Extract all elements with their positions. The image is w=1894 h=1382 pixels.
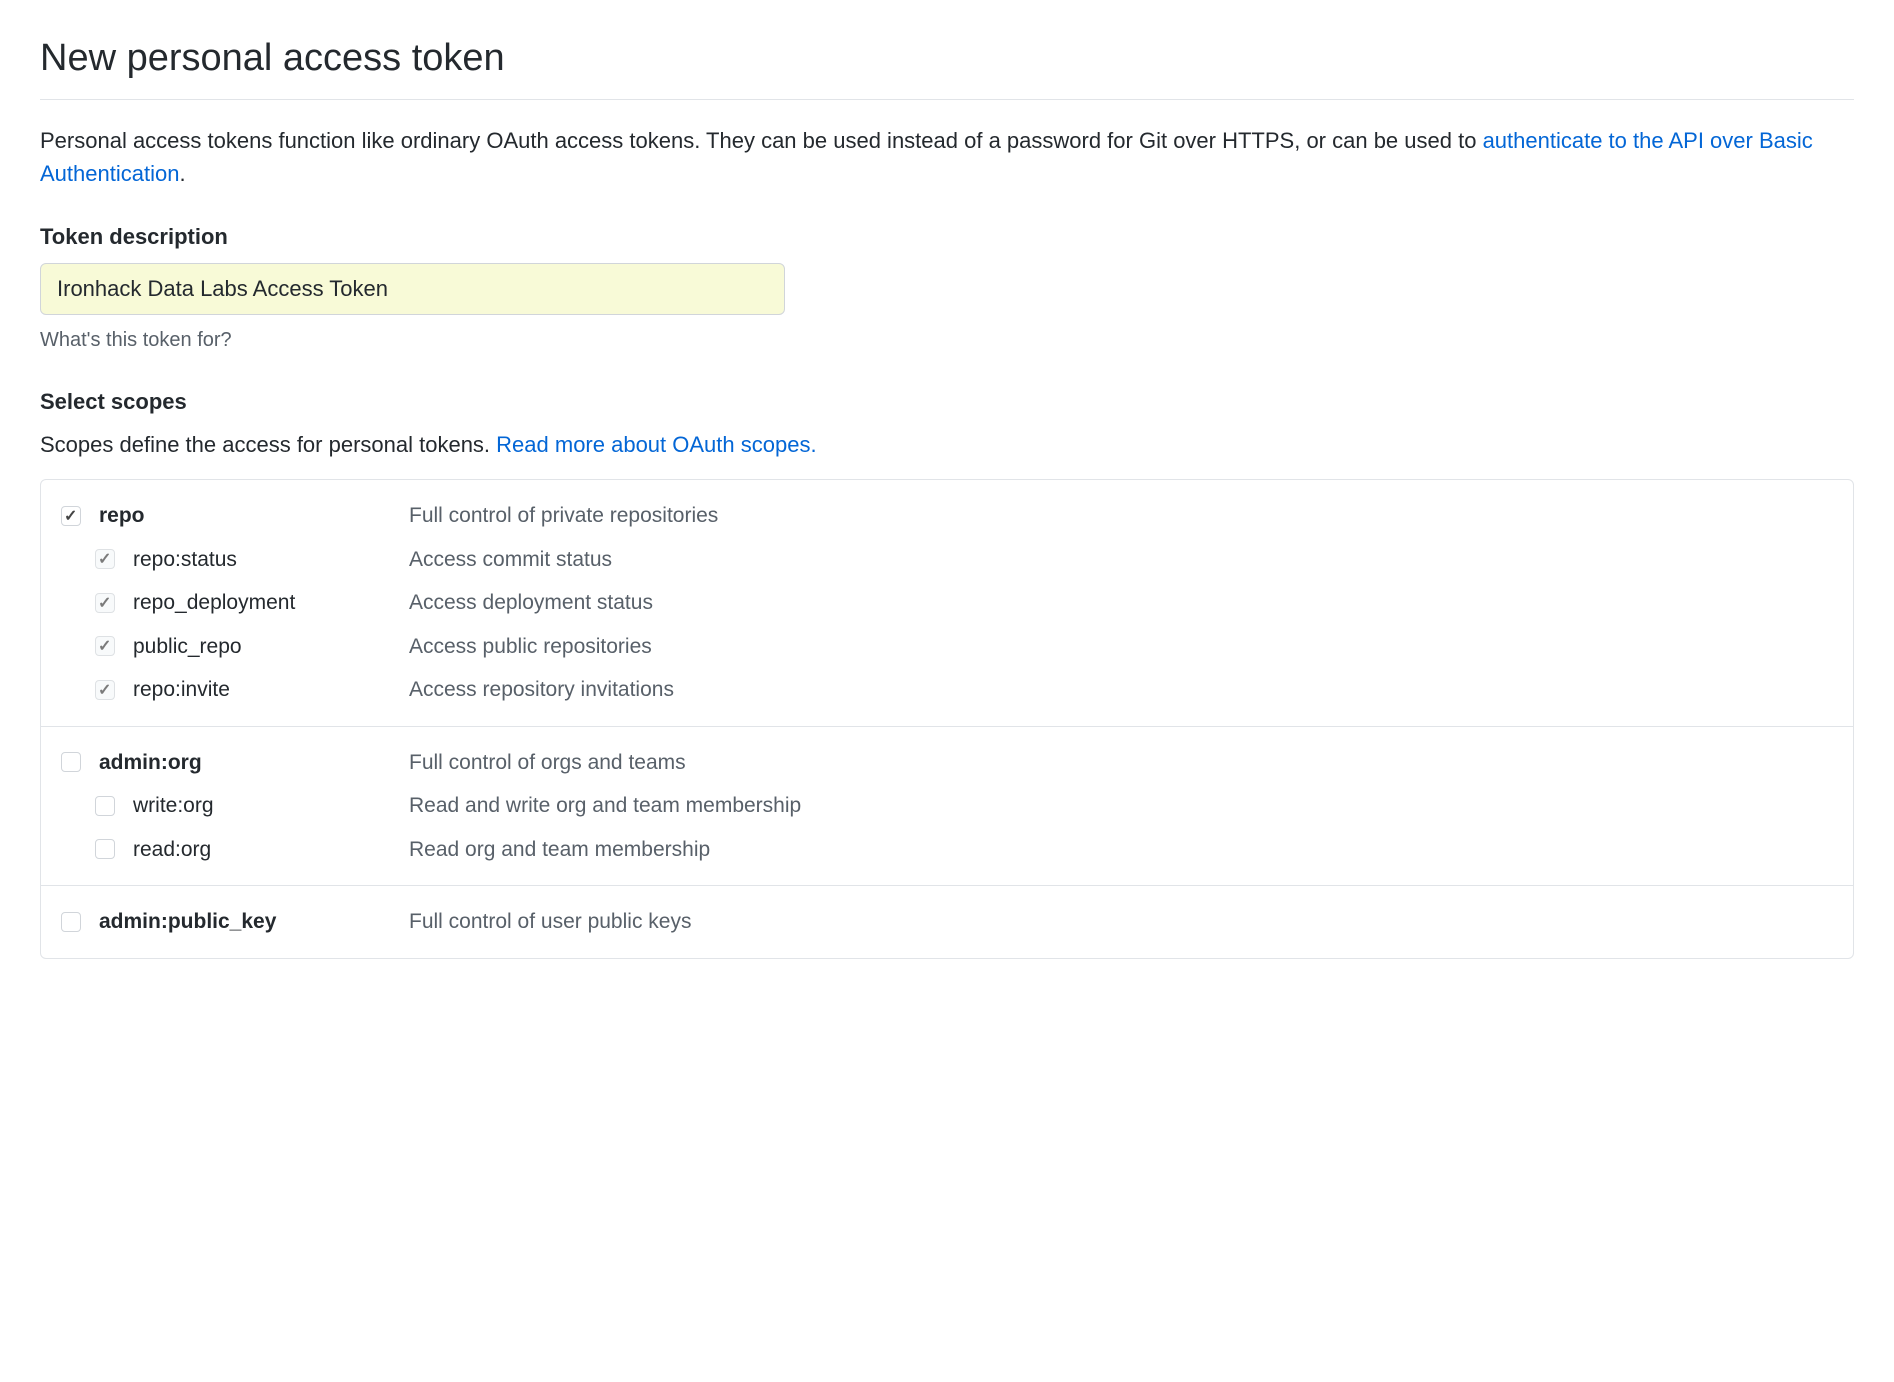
token-description-hint: What's this token for? (40, 325, 1854, 355)
scope-group: repoFull control of private repositories… (41, 480, 1853, 727)
scope-checkbox[interactable] (95, 839, 115, 859)
scope-checkbox[interactable] (61, 752, 81, 772)
page-title: New personal access token (40, 30, 1854, 100)
scope-name: repo:invite (133, 674, 409, 706)
scope-description: Access public repositories (409, 631, 652, 663)
scope-checkbox (95, 549, 115, 569)
scope-checkbox[interactable] (95, 796, 115, 816)
scope-description: Access commit status (409, 544, 612, 576)
scope-name: read:org (133, 834, 409, 866)
scope-checkbox (95, 680, 115, 700)
scope-name: repo:status (133, 544, 409, 576)
select-scopes-label: Select scopes (40, 385, 1854, 418)
scope-row: read:orgRead org and team membership (61, 828, 1833, 872)
intro-text-after: . (179, 161, 185, 186)
scopes-intro: Scopes define the access for personal to… (40, 428, 1854, 461)
scope-row: repo_deploymentAccess deployment status (61, 581, 1833, 625)
scope-description: Access deployment status (409, 587, 653, 619)
scope-description: Full control of user public keys (409, 906, 691, 938)
scope-checkbox[interactable] (61, 912, 81, 932)
scopes-box: repoFull control of private repositories… (40, 479, 1854, 959)
scope-name: admin:public_key (99, 906, 409, 938)
scope-checkbox (95, 636, 115, 656)
scope-row: public_repoAccess public repositories (61, 625, 1833, 669)
intro-text-before: Personal access tokens function like ord… (40, 128, 1483, 153)
scope-group: admin:orgFull control of orgs and teamsw… (41, 727, 1853, 887)
scope-description: Read and write org and team membership (409, 790, 801, 822)
scope-description: Full control of orgs and teams (409, 747, 686, 779)
scope-name: repo (99, 500, 409, 532)
scope-name: public_repo (133, 631, 409, 663)
scope-name: admin:org (99, 747, 409, 779)
intro-paragraph: Personal access tokens function like ord… (40, 124, 1854, 190)
scope-checkbox (95, 593, 115, 613)
scope-row: admin:public_keyFull control of user pub… (61, 900, 1833, 944)
scope-row: repoFull control of private repositories (61, 494, 1833, 538)
scope-description: Access repository invitations (409, 674, 674, 706)
scope-row: repo:inviteAccess repository invitations (61, 668, 1833, 712)
token-description-label: Token description (40, 220, 1854, 253)
scopes-intro-text: Scopes define the access for personal to… (40, 432, 496, 457)
scope-group: admin:public_keyFull control of user pub… (41, 886, 1853, 958)
scope-checkbox[interactable] (61, 506, 81, 526)
scope-description: Full control of private repositories (409, 500, 718, 532)
scope-name: write:org (133, 790, 409, 822)
scope-row: admin:orgFull control of orgs and teams (61, 741, 1833, 785)
scopes-intro-link[interactable]: Read more about OAuth scopes. (496, 432, 816, 457)
token-description-input[interactable] (40, 263, 785, 315)
scope-row: repo:statusAccess commit status (61, 538, 1833, 582)
scope-name: repo_deployment (133, 587, 409, 619)
scope-row: write:orgRead and write org and team mem… (61, 784, 1833, 828)
scope-description: Read org and team membership (409, 834, 710, 866)
